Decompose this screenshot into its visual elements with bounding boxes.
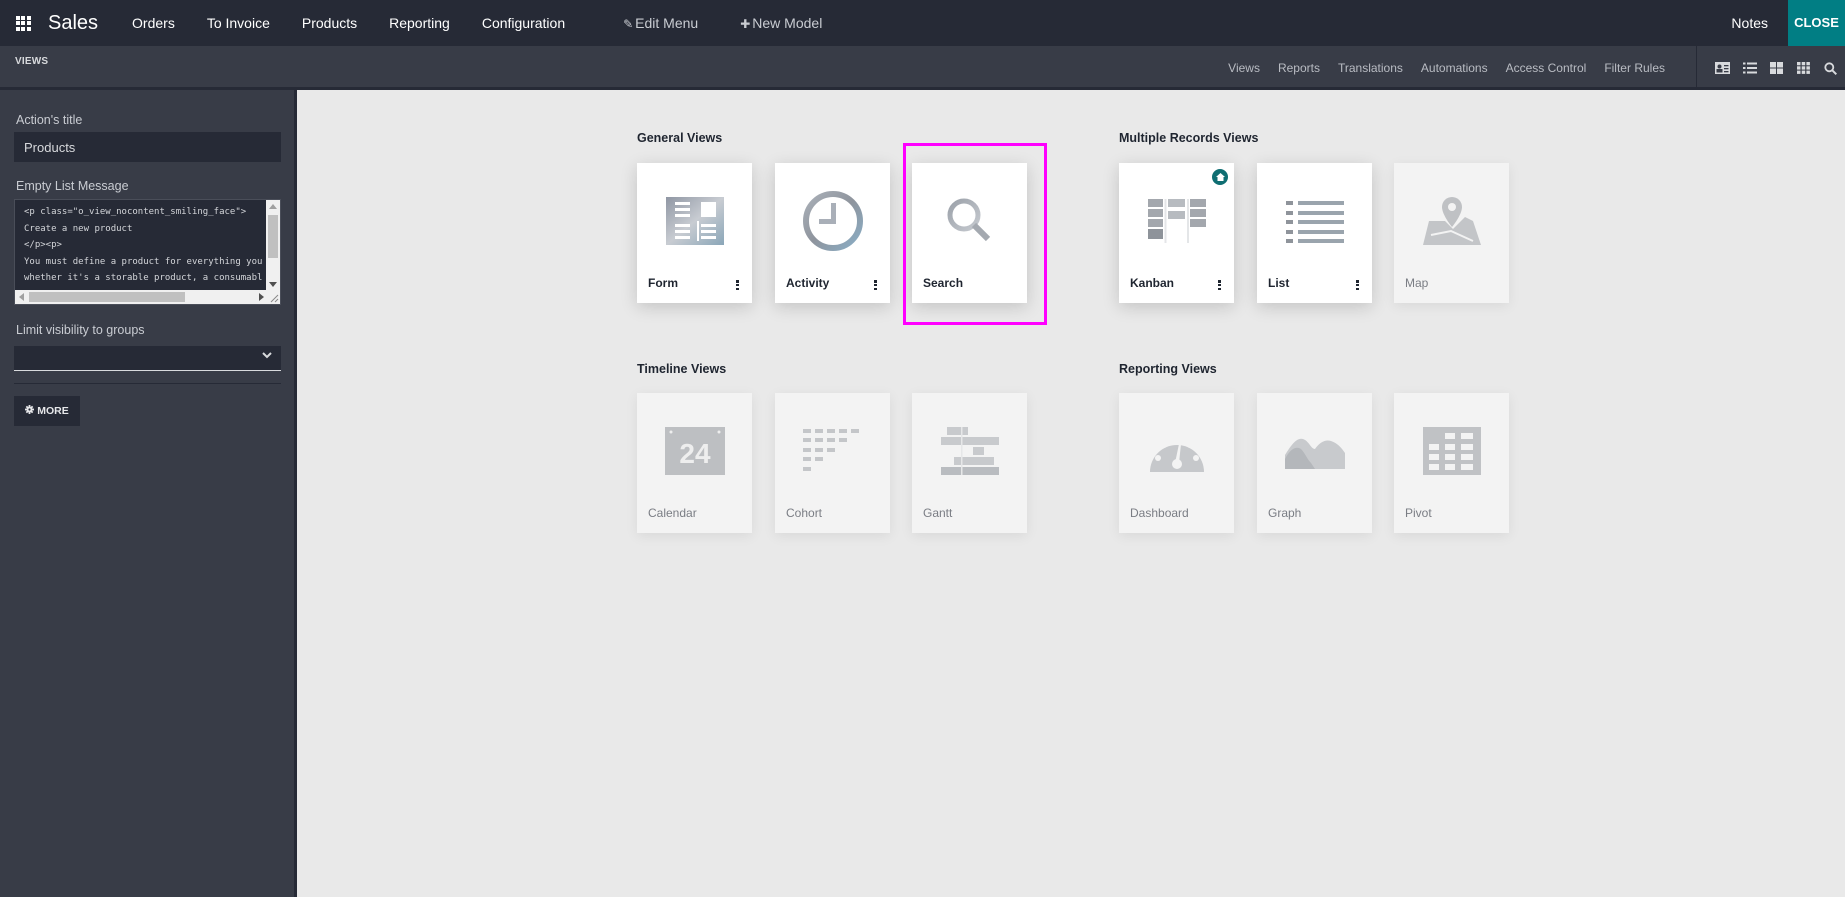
close-button[interactable]: CLOSE	[1788, 0, 1845, 46]
more-button[interactable]: MORE	[14, 396, 80, 426]
search-view-icon	[912, 191, 1027, 251]
top-navbar: Sales Orders To Invoice Products Reporti…	[0, 0, 1845, 46]
view-card-label: Activity	[786, 276, 830, 290]
view-card-graph[interactable]: Graph	[1257, 393, 1372, 533]
calendar-day-number: 24	[679, 438, 711, 469]
nav-views[interactable]: Views	[1228, 61, 1260, 75]
menu-to-invoice[interactable]: To Invoice	[191, 0, 286, 46]
groups-select[interactable]	[14, 346, 281, 371]
view-card-label: Search	[923, 276, 964, 290]
menu-products[interactable]: Products	[286, 0, 373, 46]
studio-subbar: VIEWS Views Reports Translations Automat…	[0, 46, 1845, 90]
resize-handle[interactable]	[266, 290, 280, 304]
views-panel: General Views Form Activity Search Multi…	[300, 93, 1845, 897]
vertical-scrollbar[interactable]	[266, 200, 280, 290]
gear-icon	[25, 405, 35, 417]
form-view-icon	[637, 191, 752, 251]
view-card-form[interactable]: Form	[637, 163, 752, 303]
nav-translations[interactable]: Translations	[1338, 61, 1403, 75]
form-view-icon[interactable]	[1715, 62, 1730, 75]
view-card-label: Pivot	[1405, 506, 1432, 520]
menu-orders[interactable]: Orders	[116, 0, 191, 46]
grid-view-icon[interactable]	[1796, 62, 1811, 75]
view-card-label: Map	[1405, 276, 1429, 290]
new-model-label: New Model	[752, 15, 823, 31]
nav-reports[interactable]: Reports	[1278, 61, 1320, 75]
notes-button[interactable]: Notes	[1711, 0, 1788, 46]
default-view-home-icon	[1212, 169, 1228, 185]
nav-access-control[interactable]: Access Control	[1506, 61, 1587, 75]
kebab-menu-icon[interactable]	[1218, 280, 1221, 290]
action-title-label: Action's title	[16, 113, 83, 127]
studio-nav: Views Reports Translations Automations A…	[1210, 46, 1665, 90]
divider	[14, 383, 281, 384]
section-title-multiple: Multiple Records Views	[1119, 131, 1259, 145]
pencil-icon: ✎	[623, 17, 634, 31]
kanban-view-icon	[1119, 191, 1234, 251]
view-card-map[interactable]: Map	[1394, 163, 1509, 303]
kebab-menu-icon[interactable]	[874, 280, 877, 290]
edit-menu-label: Edit Menu	[635, 15, 699, 31]
gantt-view-icon	[912, 421, 1027, 481]
nav-filter-rules[interactable]: Filter Rules	[1604, 61, 1665, 75]
clock-icon	[775, 191, 890, 251]
menu-reporting[interactable]: Reporting	[373, 0, 466, 46]
view-card-label: List	[1268, 276, 1290, 290]
kanban-view-icon[interactable]	[1769, 62, 1784, 75]
menu-configuration[interactable]: Configuration	[466, 0, 581, 46]
view-card-label: Gantt	[923, 506, 953, 520]
edit-menu-button[interactable]: ✎ Edit Menu	[607, 0, 714, 46]
kebab-menu-icon[interactable]	[736, 280, 739, 290]
pivot-view-icon	[1394, 421, 1509, 481]
new-model-button[interactable]: ✚ New Model	[724, 0, 838, 46]
view-card-list[interactable]: List	[1257, 163, 1372, 303]
empty-list-message-label: Empty List Message	[16, 179, 129, 193]
plus-icon: ✚	[740, 17, 751, 31]
empty-list-message-content[interactable]: <p class="o_view_nocontent_smiling_face"…	[24, 204, 264, 290]
list-view-icon[interactable]	[1742, 62, 1757, 75]
divider	[1696, 46, 1697, 90]
view-card-search[interactable]: Search	[912, 163, 1027, 303]
section-breadcrumb: VIEWS	[15, 56, 49, 67]
section-title-timeline: Timeline Views	[637, 362, 727, 376]
empty-list-message-textarea[interactable]: <p class="o_view_nocontent_smiling_face"…	[14, 199, 281, 305]
app-name[interactable]: Sales	[48, 12, 98, 35]
view-card-gantt[interactable]: Gantt	[912, 393, 1027, 533]
section-title-reporting: Reporting Views	[1119, 362, 1217, 376]
view-switcher	[1715, 46, 1838, 90]
chevron-down-icon	[262, 350, 272, 362]
section-title-general: General Views	[637, 131, 723, 145]
search-icon[interactable]	[1823, 61, 1838, 75]
view-card-label: Calendar	[648, 506, 697, 520]
graph-view-icon	[1257, 421, 1372, 481]
view-card-label: Graph	[1268, 506, 1302, 520]
dashboard-view-icon	[1119, 421, 1234, 481]
action-title-input[interactable]	[14, 132, 281, 162]
view-card-kanban[interactable]: Kanban	[1119, 163, 1234, 303]
apps-menu-icon[interactable]	[0, 0, 46, 46]
map-view-icon	[1394, 191, 1509, 251]
view-card-label: Cohort	[786, 506, 823, 520]
view-card-pivot[interactable]: Pivot	[1394, 393, 1509, 533]
view-card-label: Form	[648, 276, 678, 290]
view-card-label: Dashboard	[1130, 506, 1189, 520]
horizontal-scrollbar[interactable]	[15, 290, 268, 304]
view-card-dashboard[interactable]: Dashboard	[1119, 393, 1234, 533]
calendar-view-icon: 24	[637, 421, 752, 481]
more-label: MORE	[37, 405, 69, 417]
groups-label: Limit visibility to groups	[16, 323, 145, 337]
properties-sidebar: Action's title Empty List Message <p cla…	[0, 90, 297, 897]
view-card-activity[interactable]: Activity	[775, 163, 890, 303]
list-view-icon	[1257, 191, 1372, 251]
nav-automations[interactable]: Automations	[1421, 61, 1488, 75]
cohort-view-icon	[775, 421, 890, 481]
view-card-calendar[interactable]: 24 Calendar	[637, 393, 752, 533]
kebab-menu-icon[interactable]	[1356, 280, 1359, 290]
view-card-label: Kanban	[1130, 276, 1175, 290]
view-card-cohort[interactable]: Cohort	[775, 393, 890, 533]
